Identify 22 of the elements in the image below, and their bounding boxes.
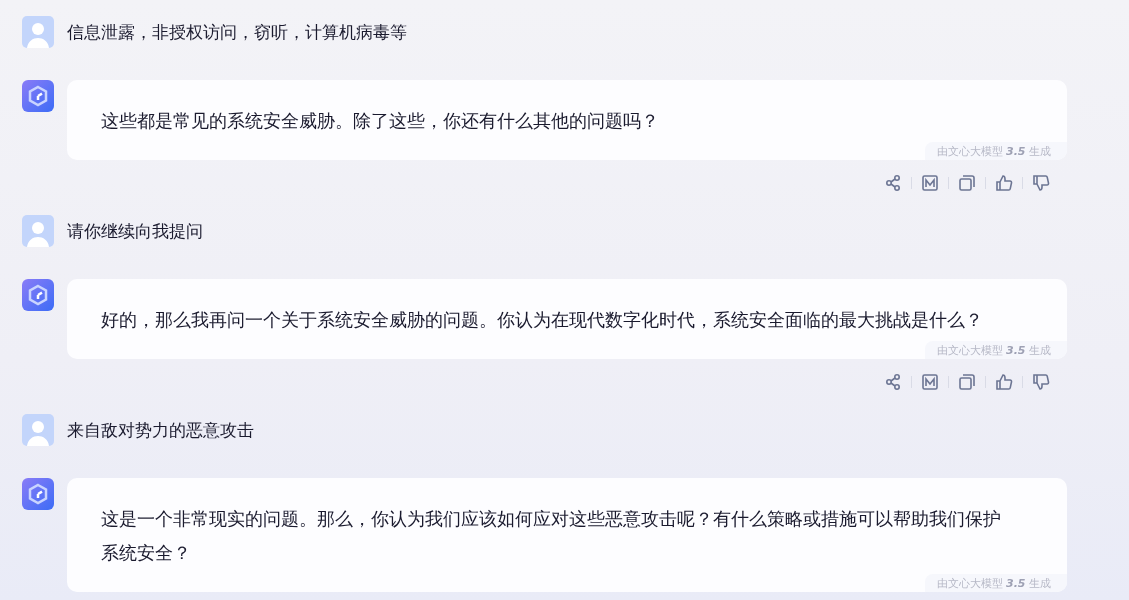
bot-avatar-icon — [22, 279, 54, 311]
chart-icon[interactable] — [920, 173, 940, 193]
bot-avatar-icon — [22, 478, 54, 510]
copy-icon[interactable] — [957, 372, 977, 392]
thumbs-down-icon[interactable] — [1031, 372, 1051, 392]
reply-text: 这些都是常见的系统安全威胁。除了这些，你还有什么其他的问题吗？ — [101, 109, 660, 133]
user-avatar — [22, 414, 54, 446]
share-icon[interactable] — [883, 173, 903, 193]
user-message: 信息泄露，非授权访问，窃听，计算机病毒等 — [67, 20, 407, 44]
thumbs-down-icon[interactable] — [1031, 173, 1051, 193]
thumbs-up-icon[interactable] — [994, 173, 1014, 193]
user-message: 请你继续向我提问 — [67, 219, 203, 243]
reply-text: 这是一个非常现实的问题。那么，你认为我们应该如何应对这些恶意攻击呢？有什么策略或措施可以帮助我们保护系统安全？ — [101, 507, 1002, 565]
reply-text: 好的，那么我再问一个关于系统安全威胁的问题。你认为在现代数字化时代，系统安全面临的最大挑战是什么？ — [101, 308, 984, 332]
user-avatar — [22, 16, 54, 48]
chart-icon[interactable] — [920, 372, 940, 392]
bot-avatar-icon — [22, 80, 54, 112]
copy-icon[interactable] — [957, 173, 977, 193]
thumbs-up-icon[interactable] — [994, 372, 1014, 392]
user-avatar — [22, 215, 54, 247]
share-icon[interactable] — [883, 372, 903, 392]
user-message: 来自敌对势力的恶意攻击 — [67, 418, 254, 442]
